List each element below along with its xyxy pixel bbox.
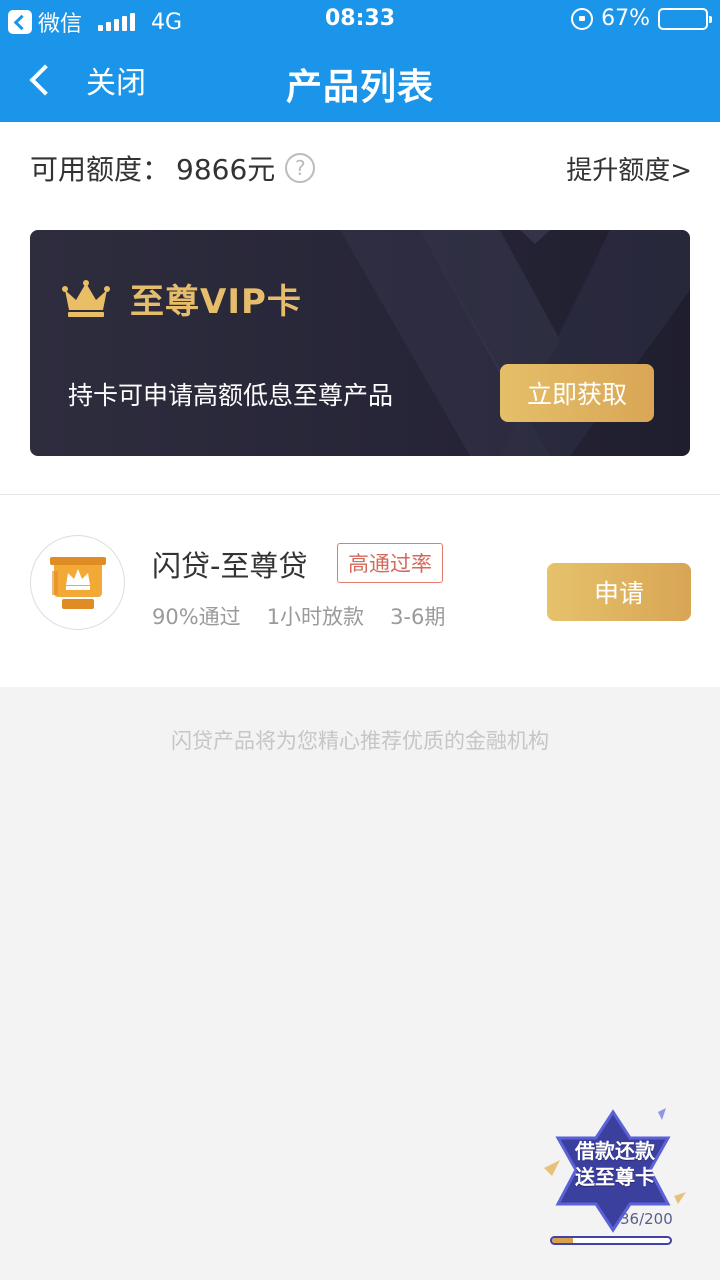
product-meta: 90%通过 1小时放款 3-6期: [152, 601, 445, 631]
product-tag: 高通过率: [337, 543, 443, 583]
battery-percent: 67%: [601, 6, 650, 31]
battery-icon: [658, 7, 712, 30]
credit-row: 可用额度： 9866元 ? 提升额度>: [0, 122, 720, 212]
promo-line-1: 借款还款: [575, 1139, 655, 1163]
promo-line-2: 送至尊卡: [575, 1165, 655, 1189]
product-item[interactable]: 闪贷-至尊贷 高通过率 90%通过 1小时放款 3-6期 申请: [0, 495, 720, 687]
credit-info: 可用额度： 9866元 ?: [30, 148, 316, 188]
section-divider: [0, 457, 720, 495]
promo-progress-bar: [550, 1236, 672, 1245]
status-bar: 微信 4G 08:33 67%: [0, 0, 720, 40]
vip-card-decoration: [340, 230, 690, 456]
apply-button[interactable]: 申请: [547, 563, 691, 621]
footer-note: 闪贷产品将为您精心推荐优质的金融机构: [171, 729, 549, 753]
vip-card[interactable]: 至尊VIP卡 持卡可申请高额低息至尊产品 立即获取: [30, 230, 690, 456]
crown-icon: [62, 279, 110, 317]
installments: 3-6期: [390, 605, 446, 629]
vip-section: 至尊VIP卡 持卡可申请高额低息至尊产品 立即获取: [0, 212, 720, 457]
product-name: 闪贷-至尊贷: [152, 549, 308, 583]
vip-header: 至尊VIP卡: [62, 274, 302, 323]
credit-amount: 9866元: [176, 153, 276, 186]
product-logo: [30, 535, 125, 630]
vip-description: 持卡可申请高额低息至尊产品: [68, 381, 394, 410]
crown-emblem-icon: [49, 556, 106, 609]
promo-badge[interactable]: 借款还款 送至尊卡 36/200: [538, 1108, 688, 1250]
vip-title: 至尊VIP卡: [130, 282, 302, 322]
rotation-lock-icon: [571, 7, 594, 30]
promo-progress-fill: [552, 1238, 574, 1243]
get-vip-button[interactable]: 立即获取: [500, 364, 654, 422]
nav-bar: 关闭 产品列表: [0, 40, 720, 122]
page-title: 产品列表: [285, 67, 434, 108]
pass-rate: 90%通过: [152, 605, 241, 629]
promo-text: 借款还款 送至尊卡: [560, 1138, 670, 1190]
raise-limit-link[interactable]: 提升额度>: [566, 150, 692, 187]
payout-time: 1小时放款: [266, 605, 365, 629]
status-right: 67%: [571, 6, 712, 31]
help-icon[interactable]: ?: [285, 153, 316, 183]
promo-count: 36/200: [620, 1210, 673, 1228]
credit-label: 可用额度：: [30, 153, 171, 186]
